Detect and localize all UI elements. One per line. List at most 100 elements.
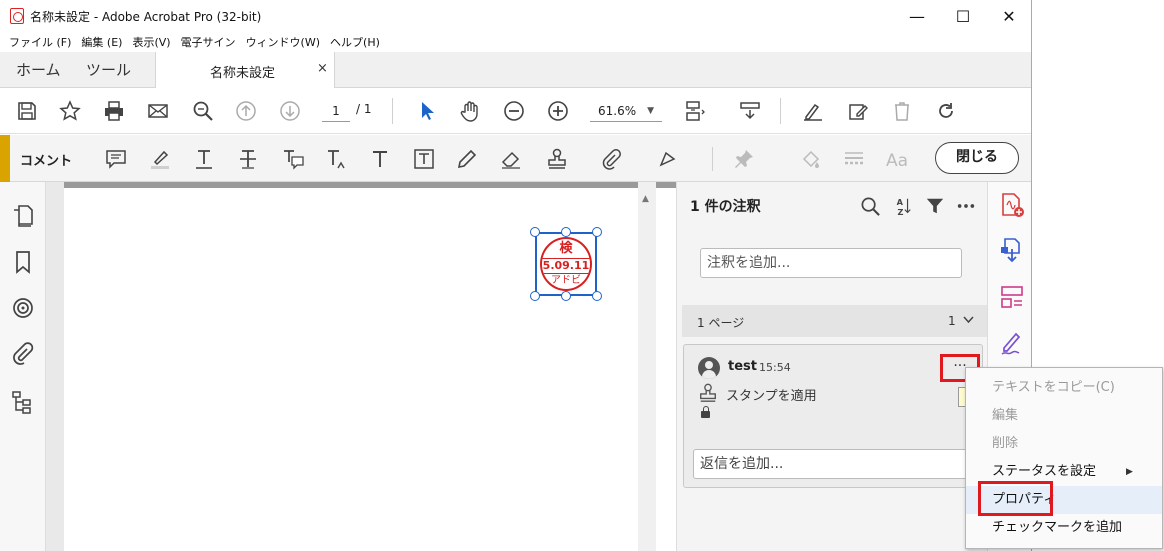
menu-file[interactable]: ファイル (F) [4, 34, 76, 50]
fit-page-icon[interactable] [682, 98, 708, 124]
organize-pages-icon[interactable] [999, 284, 1025, 310]
pin-icon[interactable] [731, 146, 757, 172]
menu-window[interactable]: ウィンドウ(W) [241, 34, 325, 50]
zoom-search-icon[interactable] [190, 98, 216, 124]
print-icon[interactable] [101, 98, 127, 124]
menu-delete-comment[interactable]: 削除 [966, 430, 1162, 458]
bookmark-icon[interactable] [11, 250, 35, 274]
structure-tree-icon[interactable] [11, 390, 35, 414]
comment-time: 15:54 [759, 361, 791, 374]
insert-text-icon[interactable] [323, 146, 349, 172]
svg-text:Aa: Aa [886, 151, 908, 170]
eraser-icon[interactable] [498, 146, 524, 172]
tab-home[interactable]: ホーム [16, 52, 61, 88]
close-window-button[interactable]: ✕ [986, 0, 1031, 32]
underline-text-icon[interactable] [191, 146, 217, 172]
scroll-mode-icon[interactable] [737, 98, 763, 124]
search-icon[interactable] [858, 194, 882, 218]
strikethrough-icon[interactable] [235, 146, 261, 172]
page-group-header[interactable]: 1 ページ 1 [682, 305, 988, 337]
export-pdf-icon[interactable] [999, 237, 1025, 263]
tab-document[interactable]: 名称未設定 × [155, 52, 335, 89]
comment-toolbar-label: コメント [20, 154, 73, 169]
sort-az-icon[interactable]: AZ [891, 194, 915, 218]
attachment-icon[interactable] [11, 342, 35, 366]
rotate-icon[interactable] [933, 98, 959, 124]
svg-text:Z: Z [898, 207, 904, 216]
hand-icon[interactable] [457, 98, 483, 124]
menu-copy-text[interactable]: テキストをコピー(C) [966, 374, 1162, 402]
add-text-icon[interactable] [367, 146, 393, 172]
zoom-out-icon[interactable] [501, 98, 527, 124]
trash-icon[interactable] [889, 98, 915, 124]
more-options-icon[interactable] [954, 194, 978, 218]
shapes-icon[interactable] [655, 146, 681, 172]
properties-highlight-box [978, 481, 1053, 516]
replace-text-icon[interactable] [280, 146, 306, 172]
add-comment-input[interactable]: 注釈を追加... [700, 248, 962, 278]
scroll-up-icon[interactable]: ▲ [642, 194, 649, 204]
attach-icon[interactable] [598, 146, 624, 172]
acrobat-app-icon [10, 8, 24, 24]
close-comment-button[interactable]: 閉じる [935, 142, 1019, 174]
menu-view[interactable]: 表示(V) [127, 34, 175, 50]
pages-icon[interactable] [11, 204, 35, 228]
menu-bar: ファイル (F) 編集 (E) 表示(V) 電子サイン ウィンドウ(W) ヘルプ… [0, 32, 1031, 52]
menu-help[interactable]: ヘルプ(H) [325, 34, 385, 50]
comment-card[interactable]: test 15:54 ··· スタンプを適用 返信を追加... [683, 344, 983, 488]
mail-icon[interactable] [145, 98, 171, 124]
fill-icon[interactable] [798, 146, 824, 172]
page-number-input[interactable]: 1 [322, 100, 350, 122]
sticky-note-icon[interactable] [103, 146, 129, 172]
menu-add-checkmark[interactable]: チェックマークを追加 [966, 514, 1162, 542]
acrobat-window: 名称未設定 - Adobe Acrobat Pro (32-bit) — ☐ ✕… [0, 0, 1032, 551]
stamp-icon[interactable] [544, 146, 570, 172]
chevron-down-icon[interactable] [963, 316, 974, 324]
resize-handle-s[interactable] [561, 291, 571, 301]
filter-icon[interactable] [923, 194, 947, 218]
resize-handle-se[interactable] [592, 291, 602, 301]
resize-handle-n[interactable] [561, 227, 571, 237]
page-total: / 1 [356, 102, 372, 116]
resize-handle-ne[interactable] [592, 227, 602, 237]
stamp-annotation[interactable]: 検 5.09.11 アドビ [535, 232, 597, 296]
resize-handle-sw[interactable] [530, 291, 540, 301]
main-toolbar: 1 / 1 61.6% ▼ [0, 88, 1031, 134]
document-scrollbar[interactable]: ▲ [638, 182, 656, 551]
toolbar-divider [392, 98, 393, 124]
menu-edit-comment[interactable]: 編集 [966, 402, 1162, 430]
reply-input[interactable]: 返信を追加... [693, 449, 983, 479]
star-icon[interactable] [57, 98, 83, 124]
tab-document-label: 名称未設定 [210, 66, 276, 81]
page-up-icon[interactable] [233, 98, 259, 124]
svg-text:A: A [897, 197, 904, 207]
resize-handle-nw[interactable] [530, 227, 540, 237]
title-bar: 名称未設定 - Adobe Acrobat Pro (32-bit) — ☐ ✕ [0, 0, 1031, 32]
edit-icon[interactable] [845, 98, 871, 124]
maximize-button[interactable]: ☐ [940, 0, 986, 32]
toolbar-divider [712, 147, 713, 171]
layers-icon[interactable] [11, 296, 35, 320]
sign-icon[interactable] [800, 98, 826, 124]
zoom-in-icon[interactable] [545, 98, 571, 124]
font-size-icon[interactable]: Aa [885, 146, 913, 172]
create-pdf-icon[interactable] [999, 192, 1025, 218]
fill-sign-icon[interactable] [999, 330, 1025, 356]
minimize-button[interactable]: — [894, 0, 940, 32]
date-stamp: 検 5.09.11 アドビ [540, 237, 592, 291]
select-arrow-icon[interactable] [414, 98, 440, 124]
comment-context-menu: テキストをコピー(C) 編集 削除 ステータスを設定 ▶ プロパティ チェックマ… [965, 367, 1163, 549]
menu-edit[interactable]: 編集 (E) [76, 34, 127, 50]
page-down-icon[interactable] [277, 98, 303, 124]
menu-esign[interactable]: 電子サイン [176, 34, 241, 50]
comment-toolbar: コメント Aa 閉じる [0, 135, 1031, 182]
tab-close-icon[interactable]: × [317, 61, 328, 76]
zoom-dropdown[interactable]: 61.6% ▼ [590, 100, 662, 122]
text-box-icon[interactable] [411, 146, 437, 172]
tab-tools[interactable]: ツール [86, 52, 131, 88]
save-icon[interactable] [14, 98, 40, 124]
comments-panel: 1 件の注釈 AZ 注釈を追加... 1 ページ 1 test 15:54 ··… [676, 182, 988, 551]
pencil-icon[interactable] [454, 146, 480, 172]
lines-icon[interactable] [841, 146, 867, 172]
highlight-icon[interactable] [147, 146, 173, 172]
